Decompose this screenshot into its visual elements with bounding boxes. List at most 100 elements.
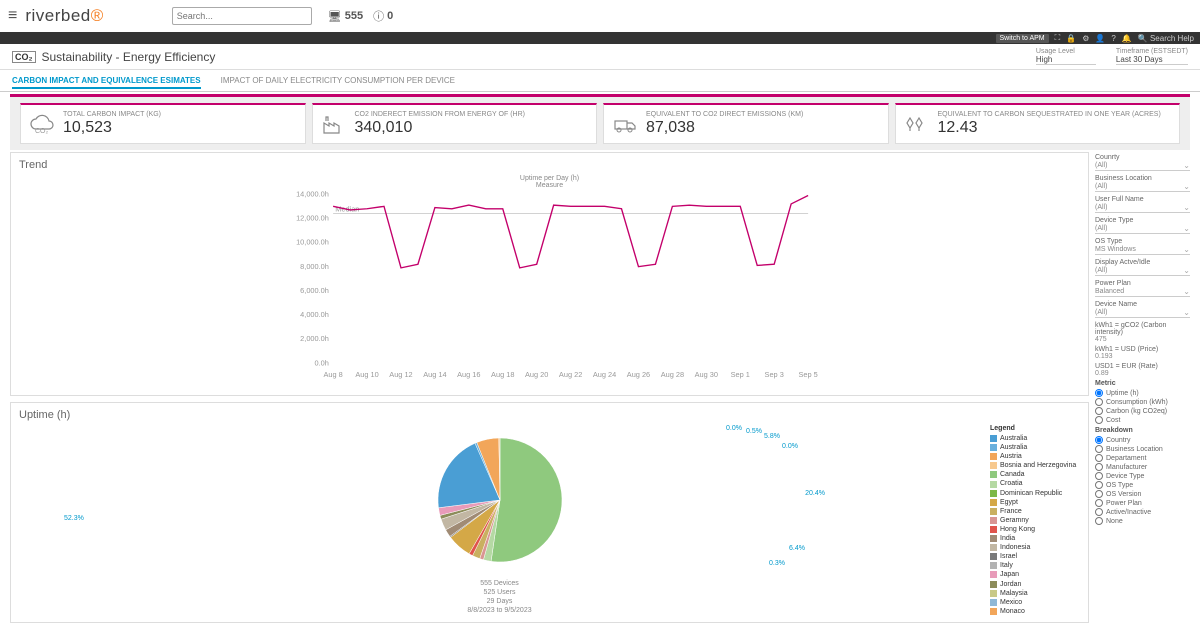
co2-chip: CO₂ [12,51,36,63]
metric-opt[interactable]: Consumption (kWh) [1095,398,1190,406]
legend-item[interactable]: Indonesia [990,543,1080,552]
svg-text:8,000.0h: 8,000.0h [300,262,329,271]
switch-apm-button[interactable]: Switch to APM [996,34,1049,43]
page-title: Sustainability - Energy Efficiency [42,50,216,64]
legend-item[interactable]: Dominican Republic [990,489,1080,498]
filter-2[interactable]: User Full Name(All) [1095,196,1190,213]
legend-item[interactable]: Israel [990,552,1080,561]
trend-line-chart: 0.0h2,000.0h4,000.0h6,000.0h8,000.0h10,0… [19,189,1080,379]
breakdown-opt[interactable]: Business Location [1095,445,1190,453]
uptime-pie-chart [415,425,585,575]
gear-icon[interactable]: ⚙ [1082,34,1089,43]
kv-item: kWh1 = gCO2 (Carbon intensity)475 [1095,322,1190,343]
breakdown-opt[interactable]: Device Type [1095,472,1190,480]
search-help[interactable]: 🔍 Search Help [1138,34,1194,43]
pie-legend: Legend AustraliaAustraliaAustriaBosnia a… [990,425,1080,616]
legend-item[interactable]: Jordan [990,580,1080,589]
legend-item[interactable]: India [990,534,1080,543]
truck-icon [612,111,638,137]
filter-3[interactable]: Device Type(All) [1095,217,1190,234]
filter-4[interactable]: OS TypeMS Windows [1095,238,1190,255]
filter-5[interactable]: Display Actve/Idle(All) [1095,259,1190,276]
legend-item[interactable]: Mexico [990,598,1080,607]
svg-text:Aug 30: Aug 30 [695,370,718,379]
breakdown-opt[interactable]: Country [1095,436,1190,444]
trees-icon [904,111,930,137]
svg-text:14,000.0h: 14,000.0h [296,189,329,198]
bell-icon[interactable]: 🔔 [1122,34,1132,43]
metric-opt[interactable]: Carbon (kg CO2eq) [1095,407,1190,415]
cloud-co2-icon: CO₂ [29,111,55,137]
svg-text:Aug 16: Aug 16 [457,370,480,379]
uptime-panel: Uptime (h) 52.3% 20.4% 6.4% 0.3% 5.8% 0.… [10,402,1089,623]
legend-item[interactable]: France [990,507,1080,516]
svg-text:Sep 3: Sep 3 [765,370,784,379]
kv-item: kWh1 = USD (Price)0.193 [1095,346,1190,360]
tab-daily-electricity[interactable]: IMPACT OF DAILY ELECTRICITY CONSUMPTION … [221,74,455,89]
kv-item: USD1 = EUR (Rate)0.89 [1095,363,1190,377]
kpi-direct-emissions: EQUIVALENT TO CO2 DIRECT EMISSIONS (KM)8… [603,103,889,144]
svg-text:Sep 5: Sep 5 [798,370,817,379]
breakdown-opt[interactable]: Manufacturer [1095,463,1190,471]
kpi-total-carbon: CO₂ TOTAL CARBON IMPACT (KG)10,523 [20,103,306,144]
legend-item[interactable]: Australia [990,443,1080,452]
svg-text:4,000.0h: 4,000.0h [300,310,329,319]
legend-item[interactable]: Australia [990,434,1080,443]
legend-item[interactable]: Austria [990,452,1080,461]
legend-item[interactable]: Japan [990,570,1080,579]
svg-text:Aug 10: Aug 10 [355,370,378,379]
filter-7[interactable]: Device Name(All) [1095,301,1190,318]
tab-carbon-impact[interactable]: CARBON IMPACT AND EQUIVALENCE ESIMATES [12,74,201,89]
svg-text:0.0h: 0.0h [315,358,329,367]
legend-item[interactable]: Malaysia [990,589,1080,598]
svg-text:Aug 26: Aug 26 [627,370,650,379]
expand-icon[interactable]: ⛶ [1055,33,1061,43]
legend-item[interactable]: Hong Kong [990,525,1080,534]
filter-6[interactable]: Power PlanBalanced [1095,280,1190,297]
breakdown-opt[interactable]: Departament [1095,454,1190,462]
breakdown-opt[interactable]: Power Plan [1095,499,1190,507]
help-icon[interactable]: ? [1111,34,1115,43]
svg-text:Aug 22: Aug 22 [559,370,582,379]
legend-item[interactable]: Canada [990,470,1080,479]
filter-0[interactable]: Counrty(All) [1095,154,1190,171]
svg-text:Aug 18: Aug 18 [491,370,514,379]
lock-icon[interactable]: 🔒 [1066,34,1076,43]
info-count[interactable]: ⓘ 0 [373,8,393,24]
svg-text:Sep 1: Sep 1 [731,370,750,379]
svg-text:6,000.0h: 6,000.0h [300,286,329,295]
svg-text:Aug 24: Aug 24 [593,370,616,379]
svg-text:CO₂: CO₂ [35,128,49,135]
legend-item[interactable]: Italy [990,561,1080,570]
menu-icon[interactable]: ≡ [8,7,17,25]
breakdown-opt[interactable]: Active/Inactive [1095,508,1190,516]
svg-text:Aug 14: Aug 14 [423,370,446,379]
legend-item[interactable]: Bosnia and Herzegovina [990,461,1080,470]
kpi-carbon-sequestrated: EQUIVALENT TO CARBON SEQUESTRATED IN ONE… [895,103,1181,144]
user-icon[interactable]: 👤 [1095,34,1105,43]
svg-text:Aug 12: Aug 12 [389,370,412,379]
trend-title: Trend [19,159,1080,171]
legend-item[interactable]: Geramny [990,516,1080,525]
metric-section-title: Metric [1095,380,1190,387]
breakdown-opt[interactable]: OS Type [1095,481,1190,489]
search-input[interactable] [172,7,312,25]
timeframe-select[interactable]: Timeframe (ESTSEDT) Last 30 Days [1116,48,1188,65]
legend-item[interactable]: Monaco [990,607,1080,616]
breakdown-opt[interactable]: OS Version [1095,490,1190,498]
metric-opt[interactable]: Uptime (h) [1095,389,1190,397]
svg-text:12,000.0h: 12,000.0h [296,214,329,223]
metric-opt[interactable]: Cost [1095,416,1190,424]
monitor-count[interactable]: 🖥 555 [328,10,363,23]
legend-item[interactable]: Egypt [990,498,1080,507]
filter-1[interactable]: Business Location(All) [1095,175,1190,192]
uptime-title: Uptime (h) [19,409,1080,421]
brand-logo: riverbed® [25,6,103,26]
factory-icon [321,111,347,137]
kpi-indirect-emission: CO2 INDERECT EMISSION FROM ENERGY OF (HR… [312,103,598,144]
usage-level-select[interactable]: Usage Level High [1036,48,1096,65]
svg-text:Aug 20: Aug 20 [525,370,548,379]
svg-text:2,000.0h: 2,000.0h [300,334,329,343]
legend-item[interactable]: Croatia [990,479,1080,488]
breakdown-opt[interactable]: None [1095,517,1190,525]
